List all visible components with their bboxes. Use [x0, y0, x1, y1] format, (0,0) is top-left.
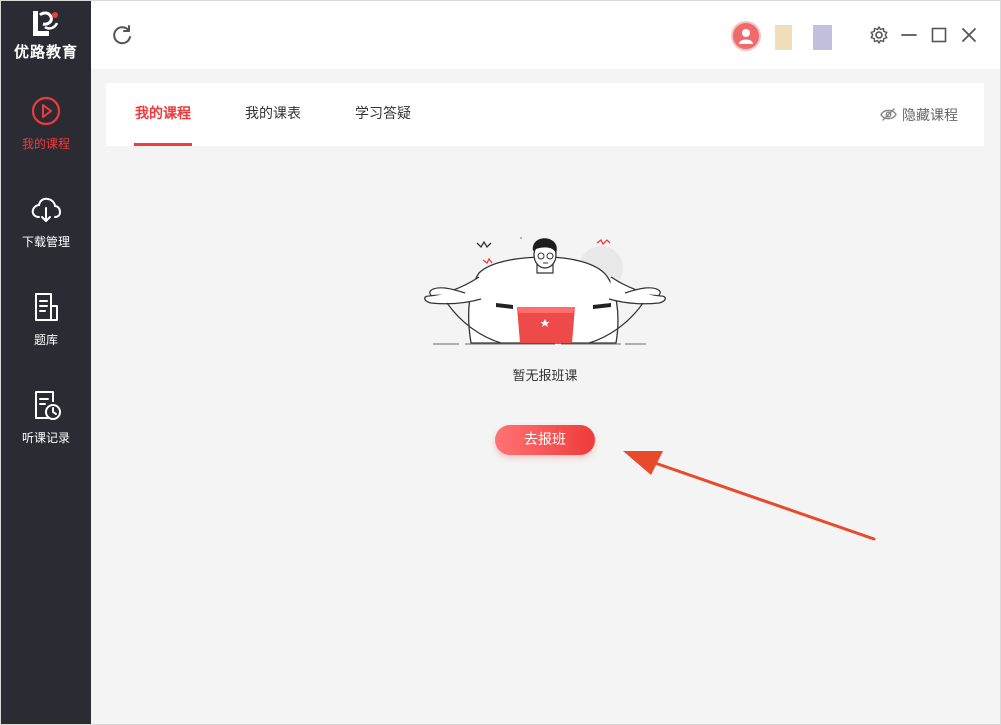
close-icon[interactable] — [959, 25, 979, 45]
play-circle-icon — [31, 96, 61, 126]
sidebar-item-label: 题库 — [33, 333, 58, 347]
sidebar-item-label: 我的课程 — [21, 137, 70, 151]
active-tab-indicator — [134, 143, 192, 146]
title-bar — [91, 1, 1000, 69]
enroll-button[interactable]: 去报班 — [495, 425, 595, 455]
sidebar-item-download-manager[interactable]: 下载管理 — [1, 187, 91, 267]
user-icon — [739, 29, 753, 44]
empty-state-message: 暂无报班课 — [512, 369, 578, 384]
maximize-icon[interactable] — [929, 25, 949, 45]
tab-my-courses[interactable]: 我的课程 — [134, 83, 192, 146]
sidebar-item-my-courses[interactable]: 我的课程 — [1, 89, 91, 169]
sidebar-item-label: 听课记录 — [21, 431, 70, 445]
sidebar-item-question-bank[interactable]: 题库 — [1, 285, 91, 365]
eye-off-icon — [880, 108, 897, 121]
refresh-icon[interactable] — [111, 24, 133, 46]
hide-courses-button[interactable]: 隐藏课程 — [880, 83, 958, 146]
cloud-download-icon — [31, 197, 62, 222]
hide-courses-label: 隐藏课程 — [902, 107, 958, 124]
logo-text: 优路教育 — [13, 42, 78, 61]
logo-icon — [33, 10, 59, 36]
user-info-block — [775, 25, 792, 50]
tab-my-schedule[interactable]: 我的课表 — [244, 83, 302, 146]
minimize-icon[interactable] — [899, 25, 919, 45]
avatar[interactable] — [731, 21, 761, 51]
empty-state-illustration — [424, 237, 666, 345]
sidebar-item-label: 下载管理 — [21, 235, 70, 249]
history-icon — [35, 391, 61, 420]
tab-bar: 我的课程 我的课表 学习答疑 隐藏课程 — [106, 83, 984, 146]
gear-icon[interactable] — [869, 25, 889, 45]
app-logo: 优路教育 — [1, 1, 91, 69]
sidebar-item-history[interactable]: 听课记录 — [1, 383, 91, 463]
app-window: 优路教育 我的课程 下载管理 题库 听课记录 我的课程 我的课表 学习答疑 隐藏… — [0, 0, 1001, 725]
user-info-block — [813, 25, 832, 50]
tab-study-qa[interactable]: 学习答疑 — [354, 83, 412, 146]
document-icon — [35, 293, 58, 321]
sidebar: 优路教育 我的课程 下载管理 题库 听课记录 — [1, 1, 91, 724]
annotation-arrow — [623, 451, 876, 541]
